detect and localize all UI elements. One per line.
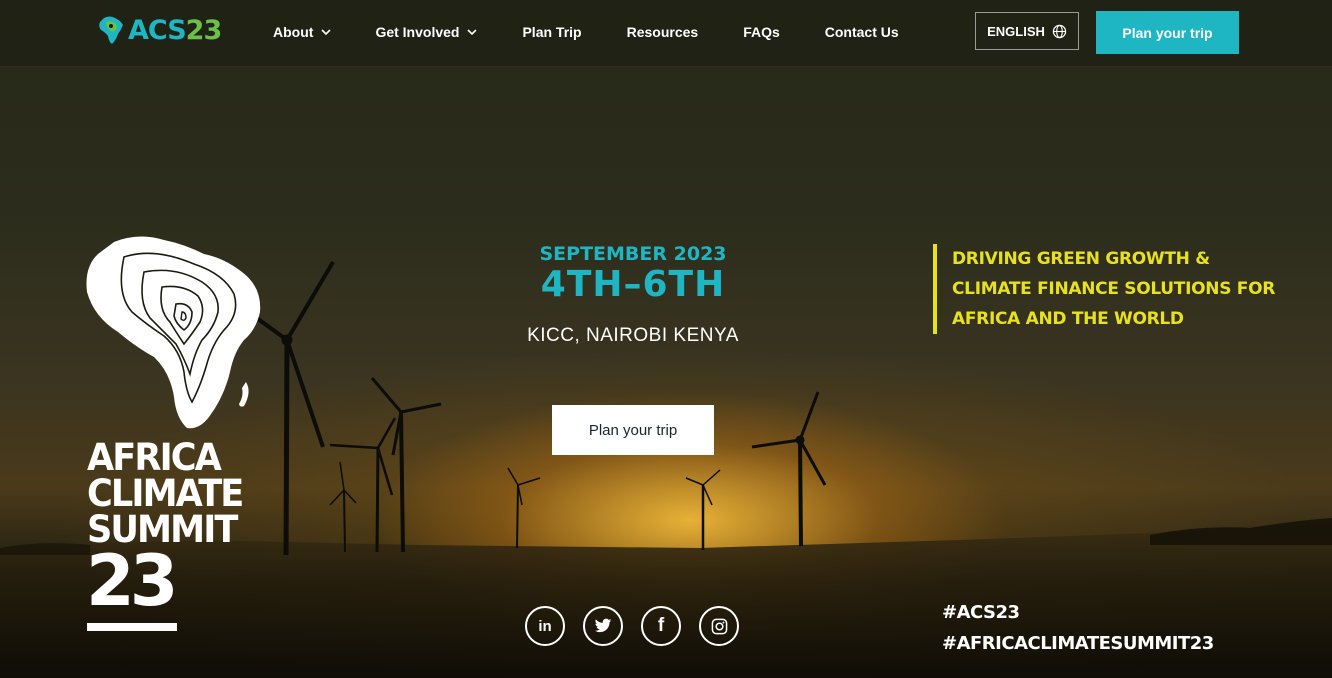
tagline-line: CLIMATE FINANCE SOLUTIONS FOR — [952, 279, 1276, 299]
nav-item-label: Plan Trip — [522, 24, 582, 40]
hashtag-acs23[interactable]: #ACS23 — [942, 597, 1214, 628]
africa-map-icon — [99, 16, 123, 44]
site-logo[interactable]: ACS23 — [96, 14, 222, 46]
tagline: DRIVING GREEN GROWTH & CLIMATE FINANCE S… — [933, 244, 1276, 334]
twitter-icon — [594, 618, 612, 633]
linkedin-link[interactable]: in — [525, 606, 565, 646]
chevron-down-icon — [321, 29, 332, 36]
africa-contour-icon — [86, 236, 261, 429]
instagram-link[interactable] — [699, 606, 739, 646]
nav-item-plan-trip[interactable]: Plan Trip — [522, 24, 581, 40]
facebook-icon: f — [657, 615, 665, 636]
nav-item-label: Contact Us — [824, 24, 899, 40]
nav-item-resources[interactable]: Resources — [627, 24, 699, 40]
brand-title-line: CLIMATE — [87, 472, 244, 515]
site-header: ACS23 About Get Involved Plan Trip Resou… — [0, 0, 1332, 67]
hashtag-africaclimatesummit23[interactable]: #AFRICACLIMATESUMMIT23 — [942, 628, 1214, 659]
brand-title-line: AFRICA — [87, 436, 222, 479]
plan-trip-header-button[interactable]: Plan your trip — [1096, 11, 1239, 54]
nav-item-get-involved[interactable]: Get Involved — [375, 24, 478, 40]
event-days: 4TH–6TH — [540, 264, 726, 305]
twitter-link[interactable] — [583, 606, 623, 646]
instagram-icon — [711, 618, 727, 634]
nav-item-label: Resources — [626, 24, 699, 40]
event-venue: KICC, NAIROBI KENYA — [527, 325, 739, 346]
plan-trip-hero-button[interactable]: Plan your trip — [552, 405, 714, 455]
page: ACS23 About Get Involved Plan Trip Resou… — [0, 0, 1332, 678]
nav-item-label: About — [273, 24, 314, 40]
chevron-down-icon — [467, 29, 478, 36]
hashtags: #ACS23 #AFRICACLIMATESUMMIT23 — [942, 597, 1214, 659]
nav-item-contact-us[interactable]: Contact Us — [825, 24, 899, 40]
nav-item-about[interactable]: About — [273, 24, 332, 40]
nav-item-label: FAQs — [743, 24, 780, 40]
nav-item-label: Get Involved — [375, 24, 460, 40]
logo-text: ACS23 — [128, 14, 222, 46]
main-nav: About Get Involved Plan Trip Resources F… — [273, 24, 899, 40]
brand-title: AFRICA CLIMATE SUMMIT — [87, 436, 244, 548]
nav-item-faqs[interactable]: FAQs — [743, 24, 780, 40]
linkedin-icon: in — [538, 617, 552, 635]
event-month: SEPTEMBER 2023 — [539, 243, 727, 265]
language-label: ENGLISH — [987, 23, 1045, 39]
brand-number: 23 — [86, 540, 178, 622]
social-links: in f — [525, 606, 757, 646]
tagline-line: AFRICA AND THE WORLD — [952, 309, 1184, 329]
language-selector[interactable]: ENGLISH — [975, 12, 1079, 50]
brand-underline — [87, 623, 177, 631]
tagline-line: DRIVING GREEN GROWTH & — [952, 249, 1210, 269]
facebook-link[interactable]: f — [641, 606, 681, 646]
globe-icon — [1052, 24, 1067, 38]
